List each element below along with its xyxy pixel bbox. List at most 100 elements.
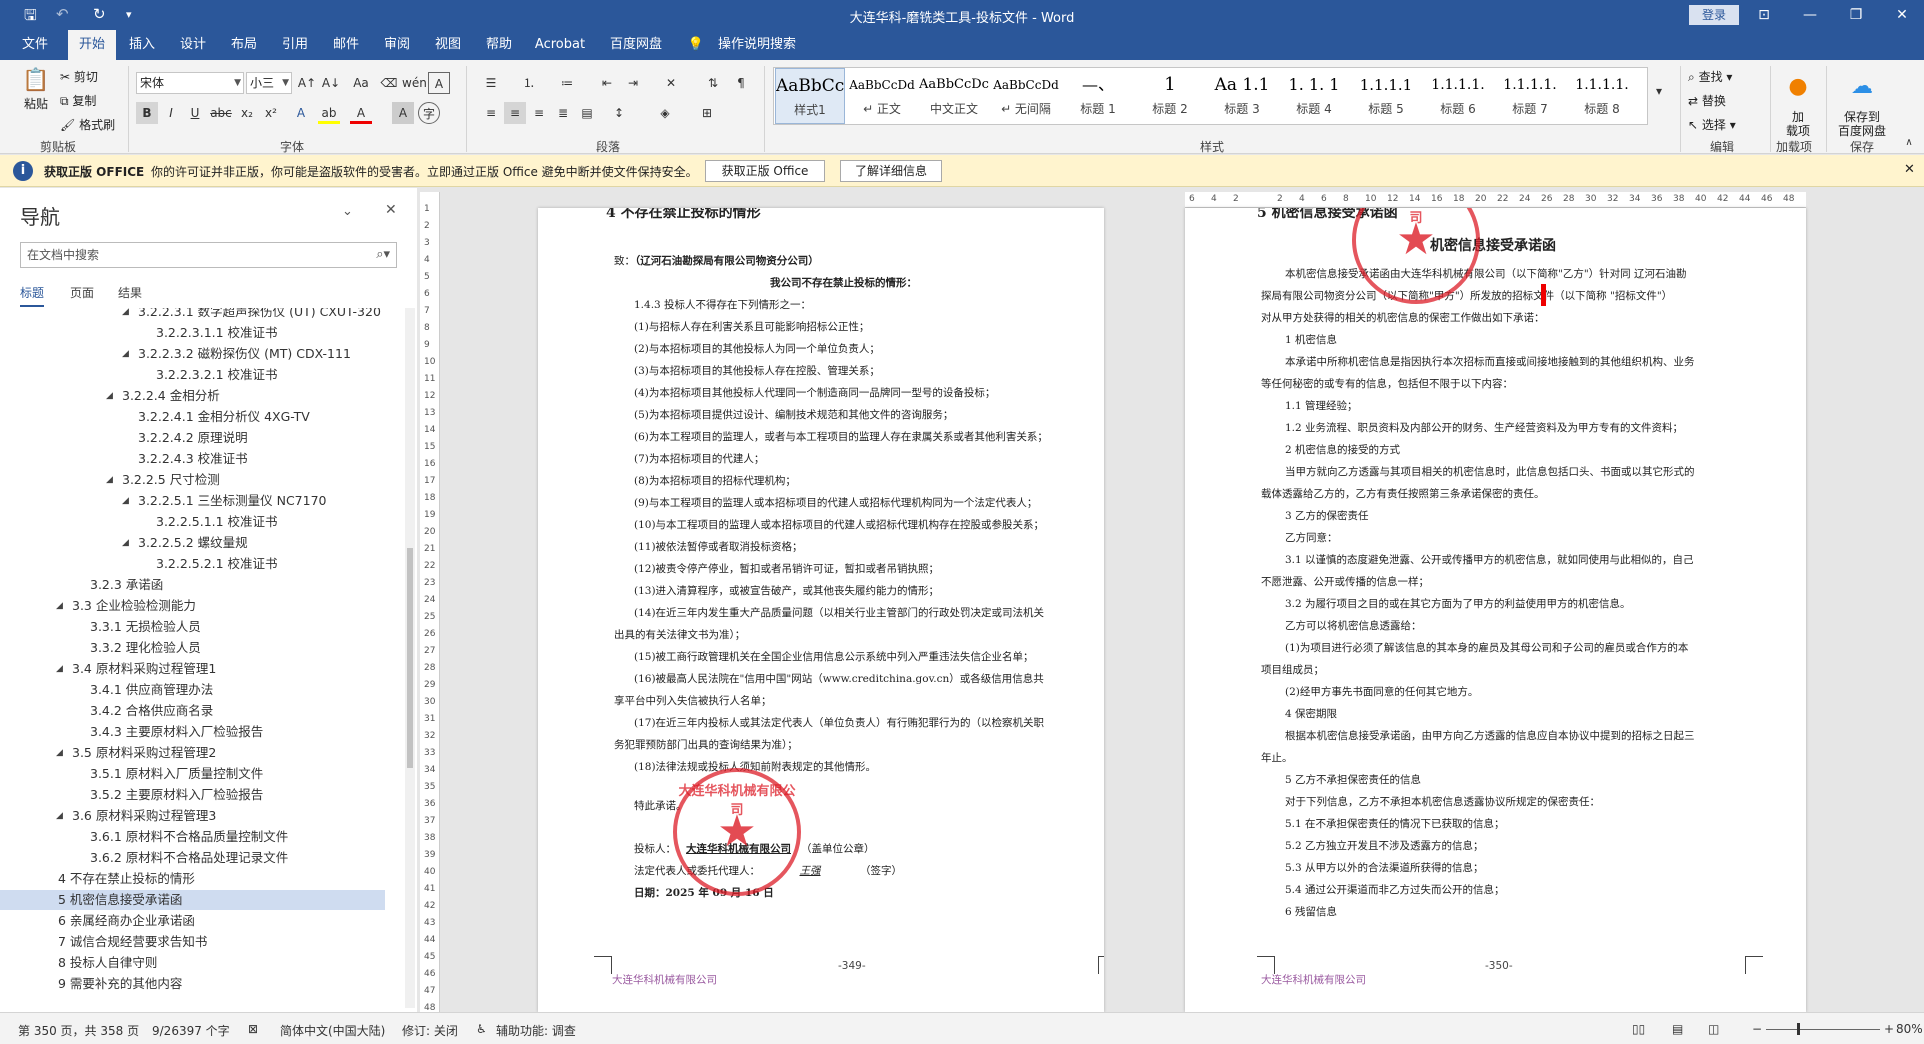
- web-layout-icon[interactable]: ◫: [1708, 1022, 1719, 1036]
- numbering-icon[interactable]: ⒈: [518, 72, 540, 94]
- language-status[interactable]: 简体中文(中国大陆): [280, 1022, 385, 1039]
- decrease-indent-icon[interactable]: ⇤: [596, 72, 618, 94]
- expand-collapse-icon[interactable]: ◢: [106, 470, 113, 490]
- tab-view[interactable]: 视图: [426, 30, 470, 60]
- sort-icon[interactable]: ⇅: [702, 72, 724, 94]
- nav-item[interactable]: ◢ 3.3 企业检验检测能力: [0, 596, 385, 616]
- phonetic-guide-icon[interactable]: wén: [402, 72, 427, 94]
- tab-baidu-netdisk[interactable]: 百度网盘: [601, 30, 671, 60]
- select-button[interactable]: ↖ 选择 ▾: [1688, 116, 1736, 133]
- minimize-icon[interactable]: —: [1790, 3, 1830, 27]
- nav-item[interactable]: 7 诚信合规经营要求告知书: [0, 932, 385, 952]
- nav-item[interactable]: ◢ 3.2.2.5.1 三坐标测量仪 NC7170: [0, 491, 385, 511]
- nav-item[interactable]: 3.5.1 原材料入厂质量控制文件: [0, 764, 385, 784]
- tab-file[interactable]: 文件: [10, 30, 60, 60]
- style-item[interactable]: 1.1.1.1. 标题 6: [1423, 68, 1493, 124]
- bullets-icon[interactable]: ☰: [480, 72, 502, 94]
- style-item[interactable]: AaBbCcDc 中文正文: [919, 68, 989, 124]
- zoom-slider[interactable]: [1766, 1029, 1880, 1030]
- tab-layout[interactable]: 布局: [222, 30, 266, 60]
- format-painter-button[interactable]: 🖌 格式刷: [60, 116, 115, 133]
- nav-tab-headings[interactable]: 标题: [20, 284, 45, 307]
- justify-icon[interactable]: ≣: [552, 102, 574, 124]
- font-name-combo[interactable]: 宋体 ▼: [136, 72, 244, 94]
- nav-scrollbar[interactable]: [405, 308, 415, 1008]
- read-mode-icon[interactable]: ▯▯: [1632, 1022, 1645, 1036]
- login-button[interactable]: 登录: [1689, 5, 1739, 25]
- nav-item[interactable]: 3.4.2 合格供应商名录: [0, 701, 385, 721]
- nav-item[interactable]: 3.2.2.4.3 校准证书: [0, 449, 385, 469]
- ribbon-display-options-icon[interactable]: ⊡: [1744, 3, 1784, 27]
- zoom-slider-thumb[interactable]: [1797, 1023, 1800, 1035]
- borders-icon[interactable]: ⊞: [696, 102, 718, 124]
- style-item[interactable]: AaBbCcDd ↵ 正文: [847, 68, 917, 124]
- grow-font-icon[interactable]: A↑: [296, 72, 318, 94]
- style-item[interactable]: Aa 1.1 标题 3: [1207, 68, 1277, 124]
- style-item[interactable]: AaBbCc 样式1: [775, 68, 845, 124]
- expand-collapse-icon[interactable]: ◢: [56, 659, 63, 679]
- style-item[interactable]: 1 标题 2: [1135, 68, 1205, 124]
- track-changes-status[interactable]: 修订: 关闭: [402, 1022, 458, 1039]
- style-item[interactable]: 1.1.1.1. 标题 7: [1495, 68, 1565, 124]
- replace-button[interactable]: ⇄ 替换: [1688, 92, 1726, 109]
- copy-button[interactable]: ⧉ 复制: [60, 92, 96, 109]
- styles-more-icon[interactable]: ▾: [1648, 80, 1670, 102]
- subscript-icon[interactable]: x₂: [236, 102, 258, 124]
- distributed-icon[interactable]: ▤: [576, 102, 598, 124]
- nav-item[interactable]: ◢ 3.2.2.3.1 数字超声探伤仪 (UT) CXUT-320: [0, 308, 385, 322]
- learn-more-button[interactable]: 了解详细信息: [840, 160, 942, 182]
- nav-tab-results[interactable]: 结果: [118, 284, 142, 301]
- nav-item[interactable]: 3.2.2.4.2 原理说明: [0, 428, 385, 448]
- expand-collapse-icon[interactable]: ◢: [56, 806, 63, 826]
- zoom-level[interactable]: 80%: [1896, 1022, 1923, 1036]
- page-count[interactable]: 第 350 页，共 358 页: [18, 1022, 139, 1039]
- tell-me-search[interactable]: 操作说明搜索: [712, 30, 802, 60]
- nav-tab-pages[interactable]: 页面: [70, 284, 94, 301]
- nav-item[interactable]: 8 投标人自律守则: [0, 953, 385, 973]
- paste-button[interactable]: 📋 粘贴: [18, 68, 54, 112]
- expand-collapse-icon[interactable]: ◢: [122, 491, 129, 511]
- chinese-layout-icon[interactable]: ✕: [660, 72, 682, 94]
- page-350[interactable]: 5 机密信息接受承诺函 机密信息接受承诺函 本机密信息接受承诺函由大连华科机械有…: [1185, 208, 1806, 1012]
- expand-collapse-icon[interactable]: ◢: [56, 743, 63, 763]
- change-case-icon[interactable]: Aa: [350, 72, 372, 94]
- expand-collapse-icon[interactable]: ◢: [106, 386, 113, 406]
- font-color-icon[interactable]: A: [350, 102, 372, 124]
- close-icon[interactable]: ✕: [1904, 162, 1915, 177]
- italic-icon[interactable]: I: [160, 102, 182, 124]
- find-button[interactable]: ⌕ 查找 ▾: [1688, 68, 1732, 85]
- clear-formatting-icon[interactable]: ⌫: [378, 72, 400, 94]
- zoom-in-icon[interactable]: +: [1884, 1022, 1894, 1036]
- close-icon[interactable]: ✕: [385, 202, 397, 218]
- zoom-out-icon[interactable]: −: [1752, 1022, 1762, 1036]
- underline-icon[interactable]: U: [184, 102, 206, 124]
- word-count[interactable]: 9/26397 个字: [152, 1022, 230, 1039]
- shrink-font-icon[interactable]: A↓: [320, 72, 342, 94]
- align-left-icon[interactable]: ≡: [480, 102, 502, 124]
- nav-item[interactable]: 3.5.2 主要原材料入厂检验报告: [0, 785, 385, 805]
- nav-item[interactable]: 3.6.2 原材料不合格品处理记录文件: [0, 848, 385, 868]
- style-item[interactable]: —、 标题 1: [1063, 68, 1133, 124]
- tab-mailings[interactable]: 邮件: [324, 30, 368, 60]
- nav-search-input[interactable]: 在文档中搜索 ⌕▾: [20, 242, 397, 268]
- nav-item[interactable]: ◢ 3.2.2.5 尺寸检测: [0, 470, 385, 490]
- nav-item[interactable]: ◢ 3.6 原材料采购过程管理3: [0, 806, 385, 826]
- addins-button[interactable]: ● 加 载项: [1778, 66, 1818, 139]
- accessibility-icon[interactable]: ♿: [476, 1022, 487, 1036]
- nav-item[interactable]: 3.4.3 主要原材料入厂检验报告: [0, 722, 385, 742]
- expand-collapse-icon[interactable]: ◢: [122, 344, 129, 364]
- expand-collapse-icon[interactable]: ◢: [122, 308, 129, 322]
- nav-item[interactable]: 3.2.2.5.1.1 校准证书: [0, 512, 385, 532]
- tab-help[interactable]: 帮助: [477, 30, 521, 60]
- save-to-baidu-button[interactable]: ☁ 保存到 百度网盘: [1834, 66, 1890, 139]
- bold-icon[interactable]: B: [136, 102, 158, 124]
- nav-item[interactable]: 4 不存在禁止投标的情形: [0, 869, 385, 889]
- nav-item[interactable]: 3.2.2.3.2.1 校准证书: [0, 365, 385, 385]
- expand-collapse-icon[interactable]: ◢: [122, 533, 129, 553]
- page-349[interactable]: 4 不存在禁止投标的情形 致：（辽河石油勘探局有限公司物资分公司） 我公司不存在…: [538, 208, 1104, 1012]
- tab-review[interactable]: 审阅: [375, 30, 419, 60]
- nav-item[interactable]: ◢ 3.2.2.5.2 螺纹量规: [0, 533, 385, 553]
- tab-home[interactable]: 开始: [68, 30, 116, 60]
- style-item[interactable]: 1.1.1.1. 标题 8: [1567, 68, 1637, 124]
- nav-item[interactable]: 3.6.1 原材料不合格品质量控制文件: [0, 827, 385, 847]
